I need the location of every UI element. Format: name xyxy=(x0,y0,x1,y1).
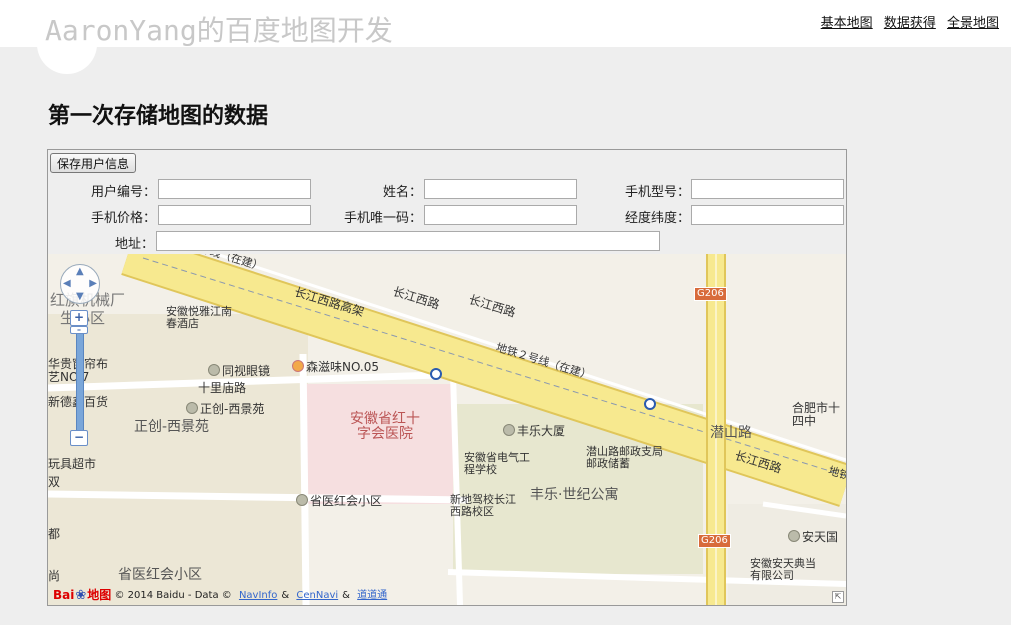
map-label-hospital: 安徽省红十字会医院 xyxy=(350,411,420,443)
map-label-zhengchuang-poi: 正创-西景苑 xyxy=(186,402,264,416)
map-label-electric-school: 安徽省电气工程学校 xyxy=(464,451,530,477)
map-label-fengle-tower: 丰乐大厦 xyxy=(503,424,565,438)
phone-imei-label: 手机唯一码： xyxy=(343,211,422,226)
map-label-driving-school: 新地驾校长江西路校区 xyxy=(450,493,516,519)
map-label-left-4: 双 xyxy=(48,475,61,489)
map-pan-control[interactable]: ▲ ▼ ◀ ▶ xyxy=(60,264,100,304)
navinfo-link[interactable]: NavInfo xyxy=(239,590,277,601)
pan-up-icon[interactable]: ▲ xyxy=(76,266,84,277)
map-area-block-east xyxy=(728,504,846,605)
zoom-in-button[interactable]: + xyxy=(70,310,88,326)
daodaotong-link[interactable]: 道道通 xyxy=(357,590,387,601)
map-label-left-5: 都 xyxy=(48,527,61,541)
map-minor-road xyxy=(299,353,310,605)
copyright-amp: & xyxy=(281,589,290,601)
nav-link-basic-map[interactable]: 基本地图 xyxy=(821,16,873,31)
pan-left-icon[interactable]: ◀ xyxy=(63,278,71,289)
metro-station-icon xyxy=(644,398,656,410)
map-label-hospital-residential: 省医红会小区 xyxy=(296,494,382,508)
map-label-anhui-antian: 安徽安天典当有限公司 xyxy=(750,557,816,583)
map-copyright: Bai❀地图 © 2014 Baidu - Data © NavInfo & Ce… xyxy=(53,586,391,603)
map-label-fengle-tower-text: 丰乐大厦 xyxy=(517,424,566,438)
map-label-qianshan-road: 潜山路 xyxy=(710,425,752,441)
page-title: 第一次存储地图的数据 xyxy=(48,103,269,129)
map-label-fengle-apartment: 丰乐·世纪公寓 xyxy=(530,487,619,503)
map-label-zhengchuang-area: 正创-西景苑 xyxy=(134,419,210,435)
zoom-slider-handle[interactable]: – xyxy=(70,326,88,334)
map-label-taste: 森滋味NO.05 xyxy=(292,360,379,374)
phone-imei-input[interactable] xyxy=(424,205,577,225)
map-label-left-6: 尚 xyxy=(48,569,61,583)
lnglat-input[interactable] xyxy=(691,205,844,225)
baidu-map[interactable]: 红旗机械厂 生小区 安徽悦雅江南春酒店 同视眼镜 森滋味NO.05 十里庙路 正… xyxy=(48,254,846,605)
map-label-qianshan-post: 潜山路邮政支局邮政储蓄 xyxy=(586,445,663,471)
map-label-antian-text: 安天国 xyxy=(802,530,839,544)
baidu-logo-text: Bai xyxy=(53,588,75,602)
map-label-optical-text: 同视眼镜 xyxy=(222,364,271,378)
metro-station-icon xyxy=(430,368,442,380)
copyright-amp: & xyxy=(342,589,350,601)
map-label-hefei-14: 合肥市十四中 xyxy=(792,401,841,429)
copyright-text: © 2014 Baidu - Data © xyxy=(114,589,232,601)
nav-link-data[interactable]: 数据获得 xyxy=(884,16,936,31)
poi-icon xyxy=(788,530,800,542)
address-label: 地址： xyxy=(114,237,154,252)
zoom-out-button[interactable]: − xyxy=(70,430,88,446)
poi-icon xyxy=(503,424,515,436)
name-label: 姓名： xyxy=(382,185,422,200)
baidu-logo: Bai❀地图 xyxy=(53,586,111,603)
save-user-info-button[interactable]: 保存用户信息 xyxy=(50,153,137,173)
pan-right-icon[interactable]: ▶ xyxy=(89,278,97,289)
map-label-shili-road: 十里庙路 xyxy=(198,381,247,395)
lnglat-label: 经度纬度： xyxy=(624,211,690,226)
map-label-antian: 安天国 xyxy=(788,530,838,544)
map-label-zhengchuang-poi-text: 正创-西景苑 xyxy=(200,402,265,416)
map-label-taste-text: 森滋味NO.05 xyxy=(306,360,380,374)
user-id-input[interactable] xyxy=(158,179,311,199)
cennavi-link[interactable]: CenNavi xyxy=(296,590,338,601)
poi-icon xyxy=(208,364,220,376)
baidu-logo-map-text: 地图 xyxy=(87,588,112,602)
nav-link-panorama[interactable]: 全景地图 xyxy=(947,16,999,31)
map-label-left-3: 玩具超市 xyxy=(48,457,97,471)
baidu-paw-icon: ❀ xyxy=(75,588,87,603)
map-label-hotel: 安徽悦雅江南春酒店 xyxy=(166,305,232,331)
form-map-panel: 保存用户信息 用户编号： 姓名： 手机型号： 手机价格： 手机唯一码： 经度纬度… xyxy=(47,149,847,606)
zoom-slider-track[interactable] xyxy=(76,320,84,442)
map-overview-toggle-icon[interactable]: ⇱ xyxy=(832,591,844,603)
user-id-label: 用户编号： xyxy=(90,185,156,200)
phone-price-label: 手机价格： xyxy=(90,211,156,226)
site-title: AaronYang的百度地图开发 xyxy=(45,14,393,47)
pan-down-icon[interactable]: ▼ xyxy=(76,291,84,302)
name-input[interactable] xyxy=(424,179,577,199)
g206-shield-top: G206 xyxy=(694,287,727,301)
phone-price-input[interactable] xyxy=(158,205,311,225)
poi-icon xyxy=(292,360,304,372)
poi-icon xyxy=(296,494,308,506)
address-input[interactable] xyxy=(156,231,660,251)
top-nav: 基本地图 数据获得 全景地图 xyxy=(814,12,999,31)
hospital-area xyxy=(306,384,454,504)
poi-icon xyxy=(186,402,198,414)
phone-model-label: 手机型号： xyxy=(624,185,690,200)
map-label-optical: 同视眼镜 xyxy=(208,364,270,378)
map-label-hospital-residential-2: 省医红会小区 xyxy=(118,567,202,583)
top-bar: AaronYang的百度地图开发 基本地图 数据获得 全景地图 xyxy=(0,0,1011,74)
phone-model-input[interactable] xyxy=(691,179,844,199)
g206-shield-bottom: G206 xyxy=(698,534,731,548)
map-label-hospital-residential-text: 省医红会小区 xyxy=(310,494,383,508)
